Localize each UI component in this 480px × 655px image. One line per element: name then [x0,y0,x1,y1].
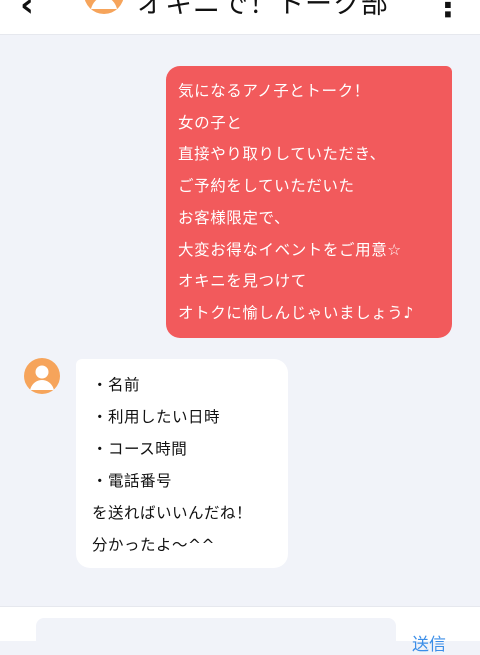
message-line: オトクに愉しんじゃいましょう♪ [178,303,414,322]
back-chevron-icon[interactable]: ‹ [20,0,34,22]
more-menu-icon[interactable]: ⋮ [432,0,464,22]
message-line: ・電話番号 [92,472,173,490]
message-input[interactable] [36,618,396,648]
message-line: ご予約をしていただいた [178,177,355,196]
message-line: ・利用したい日時 [92,408,221,426]
message-line: 直接やり取りしていただき、 [178,145,386,164]
send-button[interactable]: 送信 [412,630,446,655]
message-line: オキニを見つけて [178,272,307,291]
user-avatar-icon[interactable] [24,358,60,394]
message-line: 気になるアノ子とトーク！ [178,82,370,100]
message-line: ・名前 [92,376,141,394]
message-line: 女の子と [178,113,243,132]
chat-title: オキニで！トーク部 [137,0,389,20]
message-line: ・コース時間 [92,440,188,458]
message-line: を送ればいいんだね！ [92,504,253,522]
message-line: 大変お得なイベントをご用意☆ [178,240,402,259]
incoming-message-bubble: ・名前 ・利用したい日時 ・コース時間 ・電話番号 を送ればいいんだね！ 分かっ… [76,359,288,568]
message-line: 分かったよ〜^^ [92,536,215,554]
message-line: お客様限定で、 [178,208,291,227]
outgoing-message-bubble: 気になるアノ子とトーク！ 女の子と 直接やり取りしていただき、 ご予約をしていた… [166,66,452,338]
